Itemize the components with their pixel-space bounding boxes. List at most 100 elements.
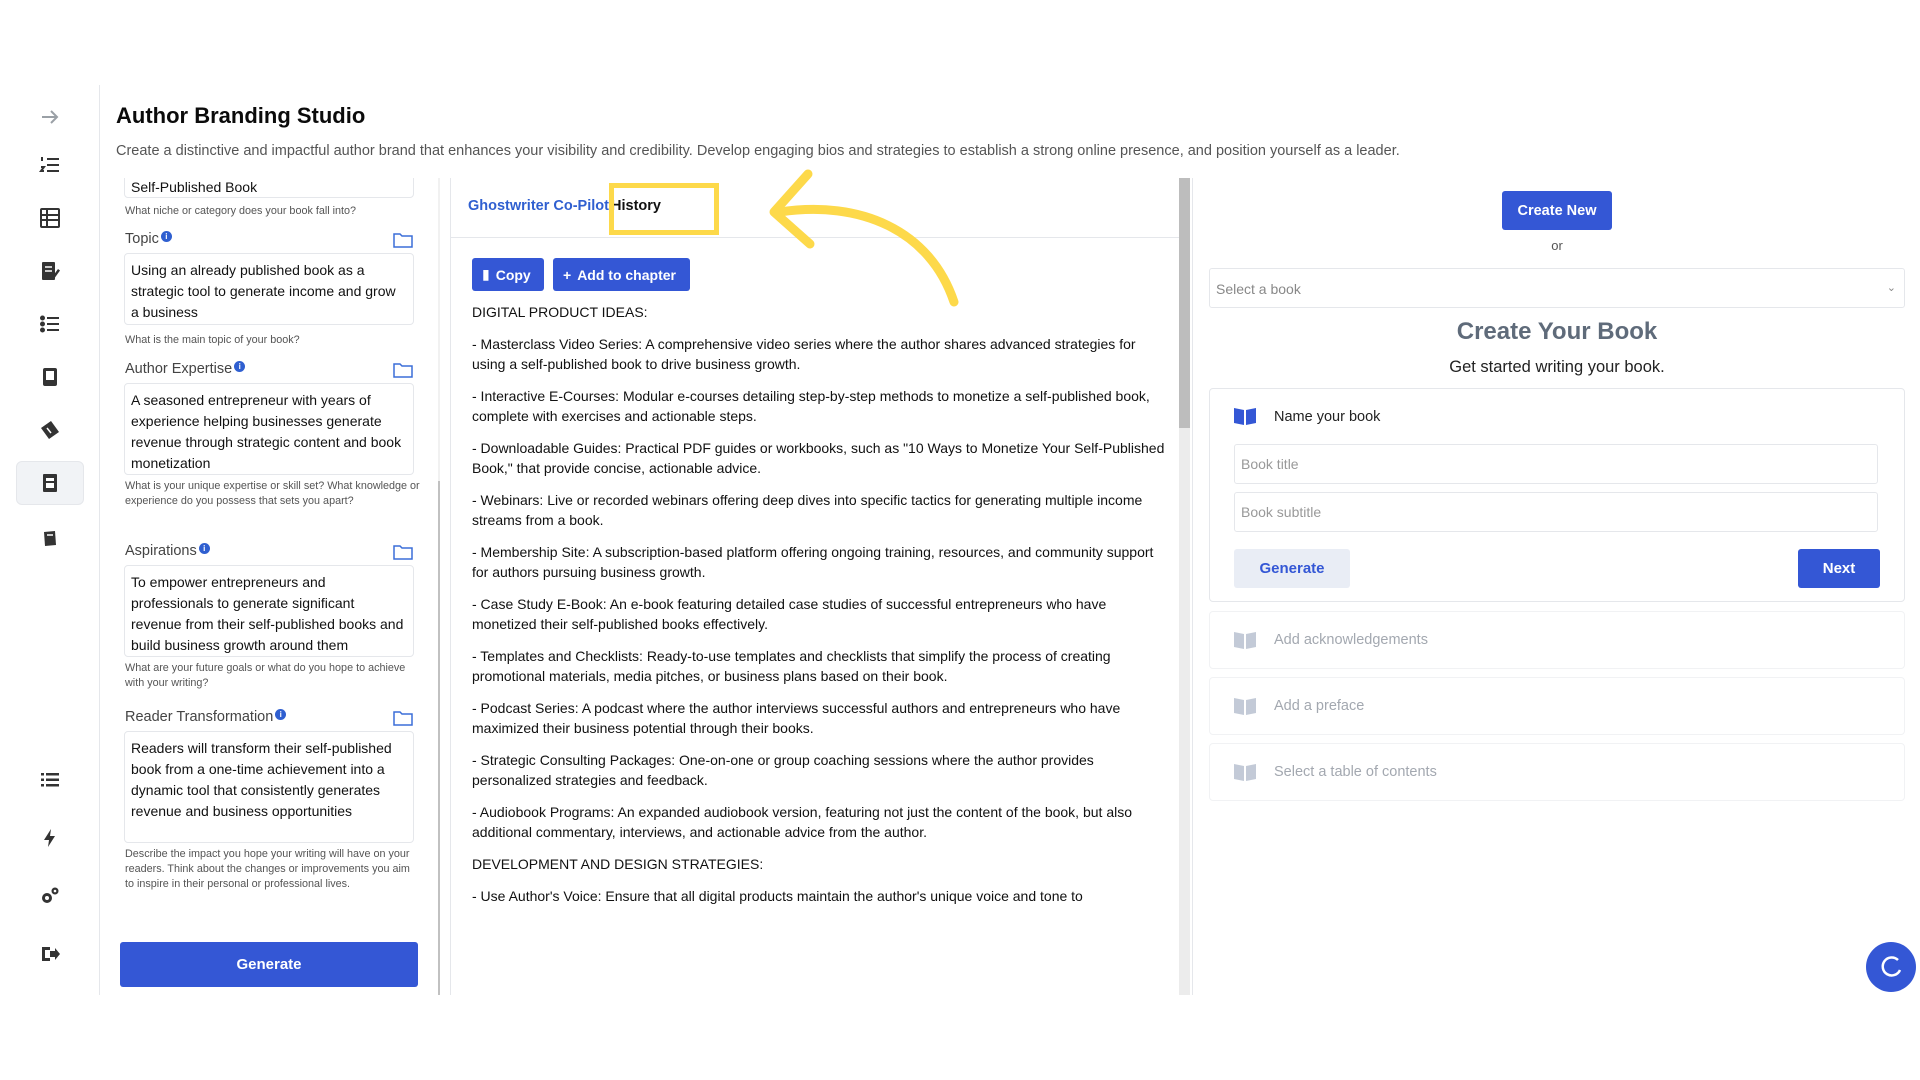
sidebar-item-ticket[interactable] <box>16 408 84 452</box>
aspirations-field[interactable]: To empower entrepreneurs and professiona… <box>124 565 414 657</box>
open-book-icon <box>1234 698 1256 715</box>
book-title-input[interactable]: Book title <box>1234 444 1878 484</box>
transformation-field[interactable]: Readers will transform their self-publis… <box>124 731 414 843</box>
numbered-list-icon <box>39 157 59 172</box>
content-paragraph: - Webinars: Live or recorded webinars of… <box>472 492 1143 528</box>
logout-icon <box>42 947 60 961</box>
select-book-dropdown[interactable]: Select a book ⌄ <box>1209 268 1905 308</box>
info-icon[interactable]: i <box>275 709 287 720</box>
book-subtitle-input[interactable]: Book subtitle <box>1234 492 1878 532</box>
plus-icon: + <box>563 266 572 283</box>
branding-form: Self-Published Book What niche or catego… <box>100 178 440 995</box>
folder-icon[interactable] <box>393 710 413 726</box>
content-paragraph: DEVELOPMENT AND DESIGN STRATEGIES: <box>472 856 764 872</box>
select-book-placeholder: Select a book <box>1216 281 1301 297</box>
content-paragraph: - Case Study E-Book: An e-book featuring… <box>472 596 1107 632</box>
folder-icon[interactable] <box>393 232 413 248</box>
sidebar-item-checklist[interactable] <box>16 302 84 346</box>
ticket-icon <box>41 421 59 439</box>
niche-field[interactable]: Self-Published Book <box>124 178 414 198</box>
checklist-icon <box>40 315 59 333</box>
topic-help: What is the main topic of your book? <box>125 334 300 346</box>
sidebar-item-settings[interactable] <box>16 874 84 918</box>
transformation-help: Describe the impact you hope your writin… <box>125 848 410 890</box>
sidebar-item-outline[interactable] <box>16 143 84 187</box>
sidebar-item-books[interactable] <box>16 517 84 561</box>
sidebar-item-editor[interactable] <box>16 249 84 293</box>
generated-content: DIGITAL PRODUCT IDEAS: - Masterclass Vide… <box>472 302 1172 918</box>
step-table-of-contents[interactable]: Select a table of contents <box>1209 743 1905 801</box>
page-subtitle: Create a distinctive and impactful autho… <box>116 143 1400 159</box>
niche-help: What niche or category does your book fa… <box>125 205 357 217</box>
step-preface[interactable]: Add a preface <box>1209 677 1905 735</box>
sidebar-item-branding[interactable] <box>16 461 84 505</box>
info-icon[interactable]: i <box>160 231 172 242</box>
expertise-field[interactable]: A seasoned entrepreneur with years of ex… <box>124 383 414 475</box>
sidebar-item-table[interactable] <box>16 196 84 240</box>
sidebar-item-logout[interactable] <box>16 932 84 976</box>
form-scrollbar-thumb[interactable] <box>438 481 440 995</box>
generate-title-button[interactable]: Generate <box>1234 549 1350 588</box>
aspirations-label-text: Aspirations <box>125 543 197 559</box>
tab-ghostwriter-copilot[interactable]: Ghostwriter Co-Pilot <box>468 198 609 214</box>
sidebar-rail <box>0 85 100 995</box>
copy-button[interactable]: ▮ Copy <box>472 258 544 291</box>
folder-icon[interactable] <box>393 544 413 560</box>
content-paragraph: - Templates and Checklists: Ready-to-use… <box>472 648 1111 684</box>
create-book-subtitle: Get started writing your book. <box>1449 358 1665 376</box>
create-new-button[interactable]: Create New <box>1502 191 1612 230</box>
content-paragraph: - Interactive E-Courses: Modular e-cours… <box>472 388 1150 424</box>
transformation-label-text: Reader Transformation <box>125 709 274 725</box>
settings-gear-icon <box>42 887 59 903</box>
name-book-card: Name your book Book title Book subtitle … <box>1209 388 1905 602</box>
open-book-icon <box>1234 632 1256 649</box>
aspirations-help: What are your future goals or what do yo… <box>125 662 406 689</box>
expand-sidebar-button[interactable] <box>16 95 84 139</box>
chat-support-button[interactable] <box>1866 942 1916 992</box>
clipboard-icon: ▮ <box>482 266 490 282</box>
expertise-label: Author Expertise i <box>125 361 246 377</box>
open-book-icon <box>1234 764 1256 781</box>
content-paragraph: - Strategic Consulting Packages: One-on-… <box>472 752 1094 788</box>
content-paragraph: - Downloadable Guides: Practical PDF gui… <box>472 440 1165 476</box>
sidebar-item-device[interactable] <box>16 355 84 399</box>
topic-label-text: Topic <box>125 231 159 247</box>
transformation-label: Reader Transformation i <box>125 709 287 725</box>
arrow-right-icon <box>42 110 59 124</box>
book-icon <box>44 531 56 546</box>
next-button[interactable]: Next <box>1798 549 1880 588</box>
add-to-chapter-button[interactable]: + Add to chapter <box>553 258 690 291</box>
copy-label: Copy <box>495 266 531 283</box>
or-separator: or <box>1551 238 1563 253</box>
step-label: Select a table of contents <box>1274 764 1437 780</box>
step-label: Add a preface <box>1274 698 1365 714</box>
folder-icon[interactable] <box>393 362 413 378</box>
topic-field[interactable]: Using an already published book as a str… <box>124 253 414 325</box>
sidebar-item-quick-actions[interactable] <box>16 816 84 860</box>
step-acknowledgements[interactable]: Add acknowledgements <box>1209 611 1905 669</box>
create-book-panel: Create New or Select a book ⌄ Create Your… <box>1192 178 1920 995</box>
chevron-down-icon: ⌄ <box>1886 282 1896 294</box>
generate-button[interactable]: Generate <box>120 942 418 987</box>
page-title: Author Branding Studio <box>116 103 366 128</box>
list-icon <box>41 773 59 787</box>
app-root: Author Branding Studio Create a distinct… <box>0 85 1920 995</box>
content-paragraph: - Audiobook Programs: An expanded audiob… <box>472 804 1132 840</box>
open-book-icon <box>1234 408 1256 425</box>
document-stack-icon <box>43 474 57 492</box>
arrow-annotation-icon <box>769 169 959 307</box>
sidebar-item-list[interactable] <box>16 758 84 802</box>
info-icon[interactable]: i <box>234 361 246 372</box>
aspirations-label: Aspirations i <box>125 543 210 559</box>
info-icon[interactable]: i <box>198 543 210 554</box>
content-scrollbar-thumb[interactable] <box>1179 178 1190 428</box>
book-device-icon <box>43 368 57 386</box>
content-paragraph: - Membership Site: A subscription-based … <box>472 544 1154 580</box>
chat-support-icon <box>1881 956 1902 977</box>
table-icon <box>40 208 60 228</box>
name-book-label: Name your book <box>1274 409 1381 425</box>
content-paragraph: - Masterclass Video Series: A comprehens… <box>472 336 1136 372</box>
expertise-label-text: Author Expertise <box>125 361 233 377</box>
lightning-icon <box>44 829 55 847</box>
add-label: Add to chapter <box>577 266 676 283</box>
